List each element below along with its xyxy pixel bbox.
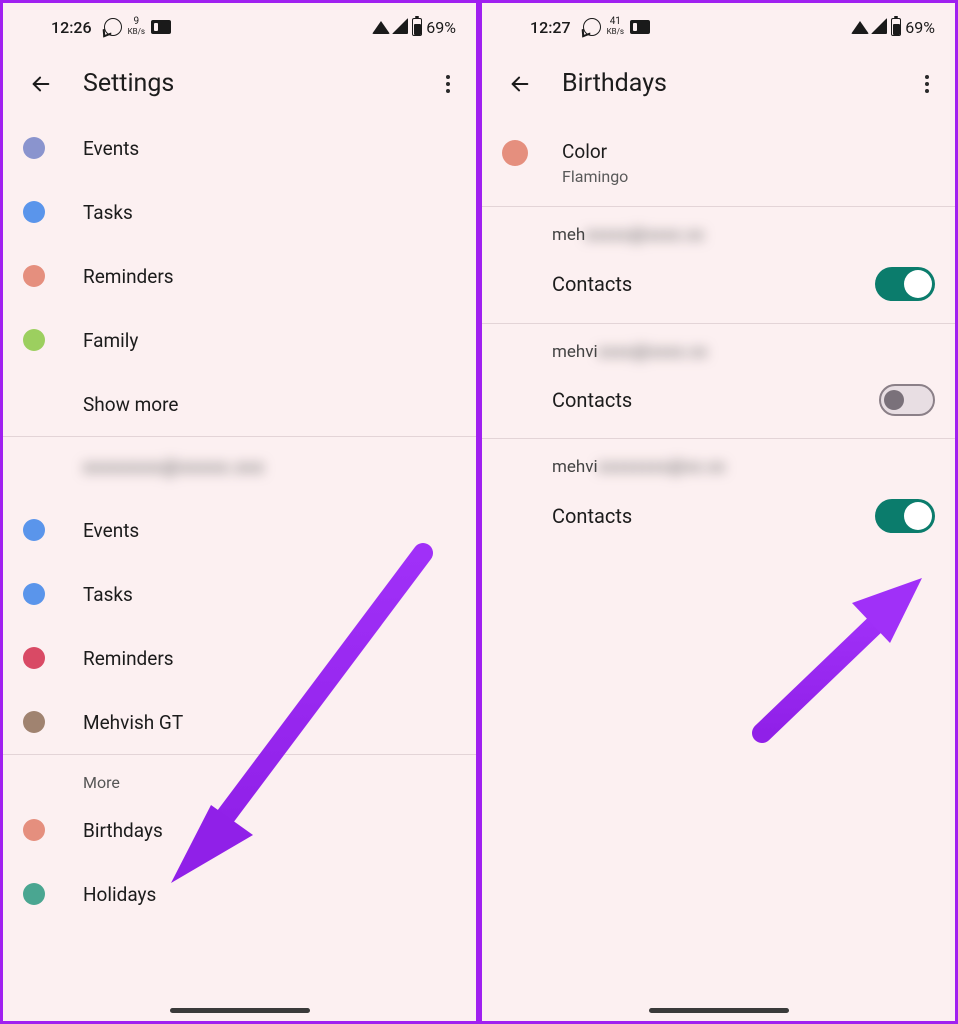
calendar-label: Tasks (83, 201, 133, 224)
calendar-label: Tasks (83, 583, 133, 606)
back-button[interactable] (27, 70, 55, 98)
battery-icon (412, 18, 422, 36)
annotation-arrow-icon (732, 563, 942, 763)
calendar-label: Family (83, 329, 138, 352)
calendar-label: Holidays (83, 883, 156, 906)
account-header: xxxxxxxx@xxxxx.xxx (3, 437, 476, 498)
calendar-item-holidays[interactable]: Holidays (3, 862, 476, 926)
color-title: Color (562, 140, 628, 163)
calendar-label: Birthdays (83, 819, 163, 842)
back-button[interactable] (506, 70, 534, 98)
status-bar: 12:27 41 KB/s 69% (482, 3, 955, 51)
account-block-1: mehxxxxx@xxxx.xx Contacts (482, 206, 955, 323)
status-time: 12:27 (530, 18, 571, 37)
signal-icon (873, 20, 887, 34)
contacts-label: Contacts (552, 272, 632, 296)
calendar-item-mehvish-gt[interactable]: Mehvish GT (3, 690, 476, 754)
app-header: Birthdays (482, 51, 955, 116)
calendar-label: Mehvish GT (83, 711, 183, 734)
wifi-icon (851, 21, 869, 34)
calendar-label: Events (83, 519, 139, 542)
contacts-toggle[interactable] (875, 499, 935, 533)
contacts-toggle[interactable] (879, 384, 935, 416)
contacts-label: Contacts (552, 504, 632, 528)
color-dot (23, 583, 45, 605)
contacts-toggle-row[interactable]: Contacts (482, 370, 955, 438)
app-header: Settings (3, 51, 476, 116)
color-dot (23, 519, 45, 541)
calendar-item-events[interactable]: Events (3, 116, 476, 180)
color-dot (23, 201, 45, 223)
network-speed: 41 KB/s (607, 17, 624, 37)
signal-icon (394, 20, 408, 34)
contacts-toggle[interactable] (875, 267, 935, 301)
calendar-item-tasks[interactable]: Tasks (3, 180, 476, 244)
color-dot (23, 137, 45, 159)
account-email: mehxxxxx@xxxx.xx (482, 207, 955, 253)
whatsapp-icon (583, 18, 601, 36)
calendar-label: Reminders (83, 265, 174, 288)
battery-indicator: 69% (891, 18, 935, 37)
settings-screen: 12:26 9 KB/s 69% Settings (3, 3, 476, 1021)
more-section-header: More (3, 755, 476, 798)
battery-indicator: 69% (412, 18, 456, 37)
calendar-list-more: Birthdays Holidays (3, 798, 476, 926)
gesture-nav-pill[interactable] (170, 1008, 310, 1013)
battery-icon (891, 18, 901, 36)
contacts-label: Contacts (552, 388, 632, 412)
page-title: Settings (83, 69, 434, 98)
color-dot (23, 711, 45, 733)
calendar-list-1: Events Tasks Reminders Family Show more (3, 116, 476, 436)
color-dot (502, 140, 528, 166)
color-dot (23, 265, 45, 287)
network-speed: 9 KB/s (128, 17, 145, 37)
calendar-item-family[interactable]: Family (3, 308, 476, 372)
color-setting-row[interactable]: Color Flamingo (482, 116, 955, 206)
page-title: Birthdays (562, 69, 913, 98)
contacts-toggle-row[interactable]: Contacts (482, 253, 955, 323)
wifi-icon (372, 21, 390, 34)
color-name: Flamingo (562, 167, 628, 186)
account-email: mehvixxxx@xxxx.xx (482, 324, 955, 370)
overflow-menu-button[interactable] (913, 70, 941, 98)
show-more-button[interactable]: Show more (3, 372, 476, 436)
birthdays-screen: 12:27 41 KB/s 69% Birthday (482, 3, 955, 1021)
account-email: mehvixxxxxxxx@xx.xx (482, 439, 955, 485)
calendar-label: Reminders (83, 647, 174, 670)
status-bar: 12:26 9 KB/s 69% (3, 3, 476, 51)
id-badge-icon (151, 20, 171, 34)
calendar-item-reminders-2[interactable]: Reminders (3, 626, 476, 690)
id-badge-icon (630, 20, 650, 34)
calendar-item-reminders[interactable]: Reminders (3, 244, 476, 308)
calendar-item-birthdays[interactable]: Birthdays (3, 798, 476, 862)
color-dot (23, 647, 45, 669)
status-time: 12:26 (51, 18, 92, 37)
calendar-item-tasks-2[interactable]: Tasks (3, 562, 476, 626)
account-block-2: mehvixxxx@xxxx.xx Contacts (482, 323, 955, 438)
gesture-nav-pill[interactable] (649, 1008, 789, 1013)
contacts-toggle-row[interactable]: Contacts (482, 485, 955, 555)
color-dot (23, 329, 45, 351)
calendar-list-2: Events Tasks Reminders Mehvish GT (3, 498, 476, 754)
color-dot (23, 883, 45, 905)
overflow-menu-button[interactable] (434, 70, 462, 98)
calendar-label: Events (83, 137, 139, 160)
account-block-3: mehvixxxxxxxx@xx.xx Contacts (482, 438, 955, 555)
back-arrow-icon (30, 73, 52, 95)
back-arrow-icon (509, 73, 531, 95)
color-dot (23, 819, 45, 841)
calendar-item-events-2[interactable]: Events (3, 498, 476, 562)
whatsapp-icon (104, 18, 122, 36)
